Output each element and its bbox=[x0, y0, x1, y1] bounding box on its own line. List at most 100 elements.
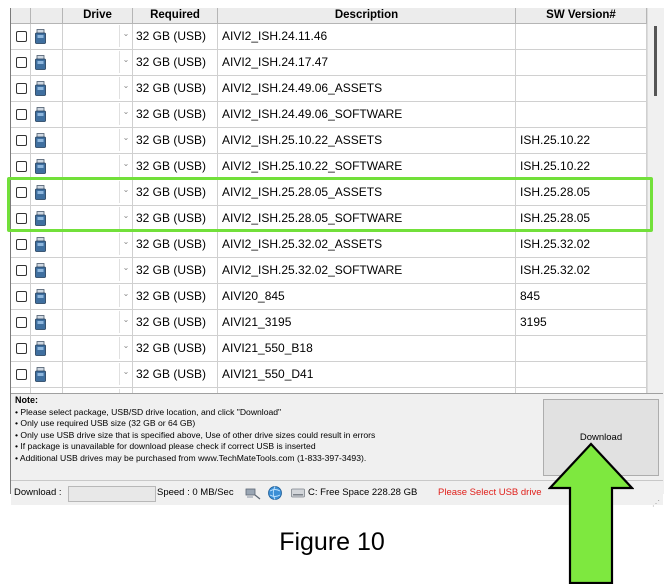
table-row[interactable]: ⌄ 32 GB (USB) AIVI2_ISH.24.49.06_ASSETS bbox=[11, 76, 647, 102]
drive-select[interactable]: ⌄ bbox=[63, 50, 133, 75]
table-row[interactable]: ⌄ 32 GB (USB) AIVI2_ISH.25.28.05_SOFTWARE I… bbox=[11, 206, 647, 232]
drive-select[interactable]: ⌄ bbox=[63, 336, 133, 361]
select-cell[interactable] bbox=[11, 76, 31, 101]
checkbox-icon[interactable] bbox=[16, 135, 27, 146]
usb-drive-icon bbox=[35, 237, 46, 252]
header-drive[interactable]: Drive bbox=[63, 8, 133, 23]
select-cell[interactable] bbox=[11, 258, 31, 283]
checkbox-icon[interactable] bbox=[16, 187, 27, 198]
required-cell: 32 GB (USB) bbox=[133, 180, 218, 205]
select-cell[interactable] bbox=[11, 310, 31, 335]
description-cell: AIVI2_ISH.24.49.06_ASSETS bbox=[218, 76, 516, 101]
drive-select[interactable]: ⌄ bbox=[63, 310, 133, 335]
select-cell[interactable] bbox=[11, 102, 31, 127]
drive-select[interactable]: ⌄ bbox=[63, 180, 133, 205]
checkbox-icon[interactable] bbox=[16, 213, 27, 224]
checkbox-icon[interactable] bbox=[16, 239, 27, 250]
chevron-down-icon[interactable]: ⌄ bbox=[119, 285, 132, 307]
table-row[interactable]: ⌄ 32 GB (USB) AIVI2_ISH.25.32.02_SOFTWARE I… bbox=[11, 258, 647, 284]
drive-dropdown[interactable]: ⌄ bbox=[64, 77, 132, 99]
vertical-scrollbar[interactable] bbox=[647, 8, 663, 393]
checkbox-icon[interactable] bbox=[16, 161, 27, 172]
select-cell[interactable] bbox=[11, 128, 31, 153]
drive-select[interactable]: ⌄ bbox=[63, 76, 133, 101]
table-row[interactable]: ⌄ 32 GB (USB) AIVI2_ISH.25.10.22_SOFTWARE I… bbox=[11, 154, 647, 180]
chevron-down-icon[interactable]: ⌄ bbox=[119, 363, 132, 385]
select-cell[interactable] bbox=[11, 232, 31, 257]
select-cell[interactable] bbox=[11, 24, 31, 49]
drive-dropdown[interactable]: ⌄ bbox=[64, 51, 132, 73]
drive-dropdown[interactable]: ⌄ bbox=[64, 285, 132, 307]
drive-dropdown[interactable]: ⌄ bbox=[64, 103, 132, 125]
chevron-down-icon[interactable]: ⌄ bbox=[119, 233, 132, 255]
chevron-down-icon[interactable]: ⌄ bbox=[119, 311, 132, 333]
table-row[interactable]: ⌄ 32 GB (USB) AIVI2_ISH.25.32.02_ASSETS ISH… bbox=[11, 232, 647, 258]
usb-drive-icon bbox=[35, 367, 46, 382]
drive-select[interactable]: ⌄ bbox=[63, 102, 133, 127]
select-cell[interactable] bbox=[11, 154, 31, 179]
select-cell[interactable] bbox=[11, 362, 31, 387]
drive-dropdown[interactable]: ⌄ bbox=[64, 129, 132, 151]
chevron-down-icon[interactable]: ⌄ bbox=[119, 129, 132, 151]
sw-version-cell: ISH.25.10.22 bbox=[516, 128, 647, 153]
drive-dropdown[interactable]: ⌄ bbox=[64, 207, 132, 229]
chevron-down-icon[interactable]: ⌄ bbox=[119, 51, 132, 73]
chevron-down-icon[interactable]: ⌄ bbox=[119, 259, 132, 281]
drive-select[interactable]: ⌄ bbox=[63, 258, 133, 283]
drive-dropdown[interactable]: ⌄ bbox=[64, 311, 132, 333]
usb-drive-icon bbox=[35, 315, 46, 330]
drive-dropdown[interactable]: ⌄ bbox=[64, 259, 132, 281]
resize-grip-icon[interactable]: ⋰ bbox=[652, 492, 660, 516]
checkbox-icon[interactable] bbox=[16, 317, 27, 328]
checkbox-icon[interactable] bbox=[16, 291, 27, 302]
table-row[interactable]: ⌄ 32 GB (USB) AIVI21_3195 3195 bbox=[11, 310, 647, 336]
table-row[interactable]: ⌄ 32 GB (USB) AIVI21_550_D41 bbox=[11, 362, 647, 388]
drive-select[interactable]: ⌄ bbox=[63, 362, 133, 387]
select-cell[interactable] bbox=[11, 206, 31, 231]
chevron-down-icon[interactable]: ⌄ bbox=[119, 181, 132, 203]
chevron-down-icon[interactable]: ⌄ bbox=[119, 25, 132, 47]
table-row[interactable]: ⌄ 32 GB (USB) AIVI2_ISH.24.11.46 bbox=[11, 24, 647, 50]
drive-dropdown[interactable]: ⌄ bbox=[64, 337, 132, 359]
network-icon bbox=[245, 488, 261, 500]
sw-version-cell: ISH.25.10.22 bbox=[516, 154, 647, 179]
drive-select[interactable]: ⌄ bbox=[63, 24, 133, 49]
drive-dropdown[interactable]: ⌄ bbox=[64, 155, 132, 177]
drive-dropdown[interactable]: ⌄ bbox=[64, 25, 132, 47]
select-cell[interactable] bbox=[11, 284, 31, 309]
chevron-down-icon[interactable]: ⌄ bbox=[119, 155, 132, 177]
select-cell[interactable] bbox=[11, 50, 31, 75]
table-row[interactable]: ⌄ 32 GB (USB) AIVI21_550_B18 bbox=[11, 336, 647, 362]
checkbox-icon[interactable] bbox=[16, 369, 27, 380]
checkbox-icon[interactable] bbox=[16, 109, 27, 120]
header-description[interactable]: Description bbox=[218, 8, 516, 23]
checkbox-icon[interactable] bbox=[16, 31, 27, 42]
required-cell: 32 GB (USB) bbox=[133, 76, 218, 101]
drive-select[interactable]: ⌄ bbox=[63, 128, 133, 153]
drive-dropdown[interactable]: ⌄ bbox=[64, 363, 132, 385]
drive-select[interactable]: ⌄ bbox=[63, 154, 133, 179]
drive-dropdown[interactable]: ⌄ bbox=[64, 181, 132, 203]
table-row[interactable]: ⌄ 32 GB (USB) AIVI2_ISH.24.17.47 bbox=[11, 50, 647, 76]
drive-dropdown[interactable]: ⌄ bbox=[64, 233, 132, 255]
checkbox-icon[interactable] bbox=[16, 57, 27, 68]
table-row[interactable]: ⌄ 32 GB (USB) AIVI2_ISH.25.28.05_ASSETS ISH… bbox=[11, 180, 647, 206]
checkbox-icon[interactable] bbox=[16, 265, 27, 276]
checkbox-icon[interactable] bbox=[16, 343, 27, 354]
drive-select[interactable]: ⌄ bbox=[63, 232, 133, 257]
header-required[interactable]: Required bbox=[133, 8, 218, 23]
chevron-down-icon[interactable]: ⌄ bbox=[119, 207, 132, 229]
drive-select[interactable]: ⌄ bbox=[63, 284, 133, 309]
scrollbar-thumb[interactable] bbox=[654, 26, 657, 96]
chevron-down-icon[interactable]: ⌄ bbox=[119, 337, 132, 359]
table-row[interactable]: ⌄ 32 GB (USB) AIVI2_ISH.24.49.06_SOFTWARE bbox=[11, 102, 647, 128]
checkbox-icon[interactable] bbox=[16, 83, 27, 94]
chevron-down-icon[interactable]: ⌄ bbox=[119, 103, 132, 125]
table-row[interactable]: ⌄ 32 GB (USB) AIVI20_845 845 bbox=[11, 284, 647, 310]
select-cell[interactable] bbox=[11, 180, 31, 205]
chevron-down-icon[interactable]: ⌄ bbox=[119, 77, 132, 99]
select-cell[interactable] bbox=[11, 336, 31, 361]
drive-select[interactable]: ⌄ bbox=[63, 206, 133, 231]
table-row[interactable]: ⌄ 32 GB (USB) AIVI2_ISH.25.10.22_ASSETS ISH… bbox=[11, 128, 647, 154]
header-sw-version[interactable]: SW Version# bbox=[516, 8, 647, 23]
